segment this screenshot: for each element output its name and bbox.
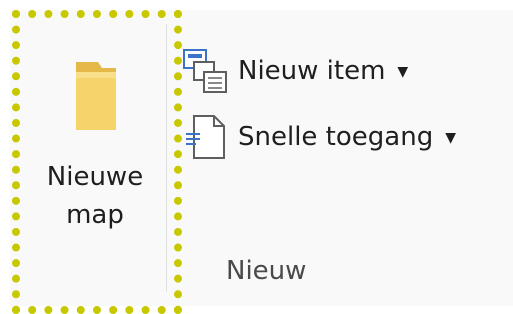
new-item-button[interactable]: Nieuw item ▼ bbox=[182, 48, 408, 94]
separator bbox=[166, 24, 167, 292]
folder-icon bbox=[72, 56, 120, 136]
easy-access-button[interactable]: Snelle toegang ▼ bbox=[182, 114, 456, 160]
ribbon-group-new: Nieuwe map Nieuw item ▼ Snelle toegang ▼… bbox=[0, 0, 513, 314]
easy-access-label: Snelle toegang bbox=[238, 122, 434, 152]
easy-access-icon bbox=[182, 114, 228, 160]
chevron-down-icon[interactable]: ▼ bbox=[397, 64, 408, 80]
new-item-label: Nieuw item bbox=[238, 56, 386, 86]
new-folder-button[interactable]: Nieuwe map bbox=[24, 24, 166, 292]
chevron-down-icon[interactable]: ▼ bbox=[445, 130, 456, 146]
group-label: Nieuw bbox=[226, 256, 307, 286]
new-item-icon bbox=[182, 48, 228, 94]
new-folder-label: Nieuwe map bbox=[46, 162, 144, 230]
